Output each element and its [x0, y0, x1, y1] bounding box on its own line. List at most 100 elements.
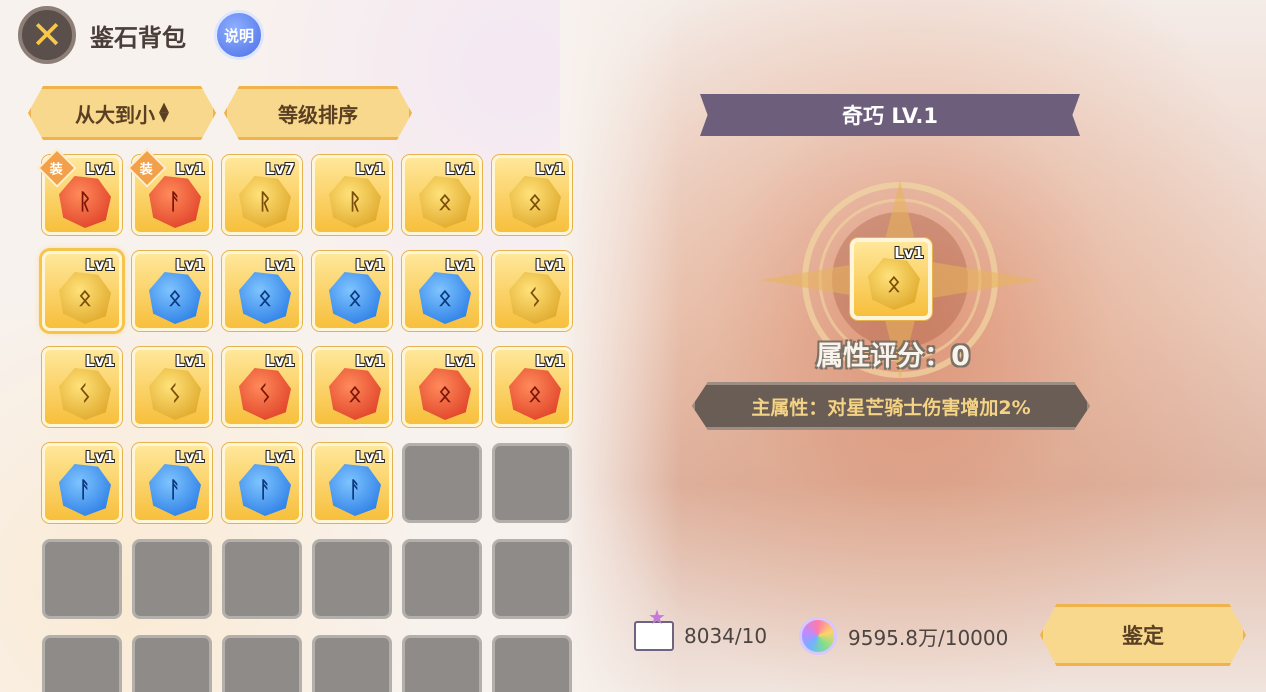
gem-level: Lv1	[175, 352, 205, 370]
gem-slot[interactable]: ᛟ Lv1	[492, 155, 572, 235]
book-icon	[632, 605, 676, 658]
gem-level: Lv1	[445, 256, 475, 274]
empty-slot[interactable]	[402, 539, 482, 619]
empty-slot[interactable]	[222, 635, 302, 692]
empty-slot[interactable]	[492, 443, 572, 523]
gem-slot[interactable]: ᛟ Lv1	[312, 251, 392, 331]
page-title: 鉴石背包	[90, 24, 186, 52]
gem-slot[interactable]: ᛟ Lv1	[222, 251, 302, 331]
rainbow-coin-icon	[796, 614, 840, 658]
equipped-mark: 装	[140, 162, 154, 178]
gem-slot[interactable]: ᛊ Lv1	[132, 347, 212, 427]
gem-level: Lv1	[535, 352, 565, 370]
gem-slot[interactable]: ᛊ Lv1	[222, 347, 302, 427]
gem-level: Lv1	[85, 352, 115, 370]
gem-name-banner: 奇巧 LV.1	[700, 94, 1080, 136]
gem-slot[interactable]: ᚨ Lv1	[312, 443, 392, 523]
selected-gem-level: Lv1	[894, 244, 924, 262]
gem-slot[interactable]: ᛟ Lv1	[402, 155, 482, 235]
attribute-score: 属性评分：0	[816, 341, 970, 372]
sort-arrows-icon: ▲ ▼	[159, 99, 169, 125]
gem-slot[interactable]: ᛟ Lv1	[402, 347, 482, 427]
sort-level-button[interactable]: 等级排序	[224, 86, 412, 140]
gem-slot[interactable]: ᚱ Lv7	[222, 155, 302, 235]
red-gem-icon: ᛟ	[509, 368, 561, 420]
gem-slot[interactable]: ᛟ Lv1	[132, 251, 212, 331]
book-count: 8034/10	[684, 624, 768, 648]
gem-level: Lv1	[175, 160, 205, 178]
gem-level: Lv1	[265, 352, 295, 370]
gem-level: Lv1	[85, 160, 115, 178]
selected-gem-slot: ᛟ Lv1	[850, 238, 932, 320]
gem-slot[interactable]: ᚱ Lv1 装	[37, 148, 122, 235]
empty-slot[interactable]	[132, 635, 212, 692]
empty-slot[interactable]	[312, 539, 392, 619]
gem-slot[interactable]: ᚨ Lv1	[42, 443, 122, 523]
gem-level: Lv1	[355, 448, 385, 466]
gem-slot[interactable]: ᚱ Lv1	[312, 155, 392, 235]
blue-gem-icon: ᛟ	[329, 272, 381, 324]
sort-size-label: 从大到小	[75, 102, 155, 127]
empty-slot[interactable]	[492, 635, 572, 692]
background-fade	[560, 0, 680, 692]
empty-slot[interactable]	[312, 635, 392, 692]
red-gem-icon: ᛟ	[329, 368, 381, 420]
gem-level: Lv1	[355, 160, 385, 178]
gem-slot[interactable]: ᚨ Lv1	[222, 443, 302, 523]
blue-gem-icon: ᚨ	[329, 464, 381, 516]
blue-gem-icon: ᚨ	[239, 464, 291, 516]
gem-level: Lv1	[175, 448, 205, 466]
gem-level: Lv1	[445, 352, 475, 370]
gem-slot[interactable]: ᛊ Lv1	[42, 347, 122, 427]
gem-level: Lv1	[535, 160, 565, 178]
selected-gem-icon: ᛟ	[868, 258, 920, 310]
blue-gem-icon: ᚨ	[149, 464, 201, 516]
gold-gem-icon: ᛟ	[509, 176, 561, 228]
gold-gem-icon: ᛟ	[419, 176, 471, 228]
gold-gem-icon: ᚱ	[239, 176, 291, 228]
empty-slot[interactable]	[402, 635, 482, 692]
close-button[interactable]: ✕	[18, 6, 76, 64]
gem-level: Lv1	[355, 352, 385, 370]
gold-gem-icon: ᛊ	[509, 272, 561, 324]
gem-level: Lv1	[265, 256, 295, 274]
red-gem-icon: ᛟ	[419, 368, 471, 420]
coin-count: 9595.8万/10000	[848, 625, 1009, 650]
equipped-mark: 装	[50, 162, 64, 178]
empty-slot[interactable]	[42, 635, 122, 692]
empty-slot[interactable]	[492, 539, 572, 619]
gem-slot[interactable]: ᛟ Lv1	[312, 347, 392, 427]
gem-slot[interactable]: ᛊ Lv1	[492, 251, 572, 331]
gem-slot[interactable]: ᚨ Lv1 装	[127, 148, 212, 235]
empty-slot[interactable]	[222, 539, 302, 619]
gem-slot[interactable]: ᛟ Lv1	[492, 347, 572, 427]
help-button[interactable]: 说明	[214, 10, 264, 60]
empty-slot[interactable]	[132, 539, 212, 619]
gem-slot[interactable]: ᚨ Lv1	[132, 443, 212, 523]
empty-slot[interactable]	[402, 443, 482, 523]
identify-button[interactable]: 鉴定	[1040, 604, 1246, 666]
gem-level: Lv1	[355, 256, 385, 274]
inventory-grid: ᚱ Lv1 装 ᚨ Lv1 装 ᚱ Lv7 ᚱ Lv1 ᛟ Lv1 ᛟ Lv1 ᛟ Lv1 ᛟ Lv1 ᛟ Lv1 ᛟ L…	[37, 148, 572, 692]
gem-slot[interactable]: ᛟ Lv1	[42, 251, 122, 331]
red-gem-icon: ᚨ	[149, 176, 201, 228]
gem-level: Lv1	[265, 448, 295, 466]
gem-level: Lv1	[175, 256, 205, 274]
gold-gem-icon: ᛊ	[59, 368, 111, 420]
blue-gem-icon: ᛟ	[419, 272, 471, 324]
gold-gem-icon: ᚱ	[329, 176, 381, 228]
gem-slot[interactable]: ᛟ Lv1	[402, 251, 482, 331]
sort-size-button[interactable]: 从大到小 ▲ ▼	[28, 86, 216, 140]
blue-gem-icon: ᛟ	[239, 272, 291, 324]
red-gem-icon: ᚱ	[59, 176, 111, 228]
gem-level: Lv1	[85, 256, 115, 274]
empty-slot[interactable]	[42, 539, 122, 619]
gem-level: Lv7	[265, 160, 295, 178]
gold-gem-icon: ᛟ	[59, 272, 111, 324]
main-attribute: 主属性：对星芒骑士伤害增加2%	[692, 382, 1090, 430]
blue-gem-icon: ᚨ	[59, 464, 111, 516]
blue-gem-icon: ᛟ	[149, 272, 201, 324]
gem-level: Lv1	[535, 256, 565, 274]
red-gem-icon: ᛊ	[239, 368, 291, 420]
gem-level: Lv1	[445, 160, 475, 178]
